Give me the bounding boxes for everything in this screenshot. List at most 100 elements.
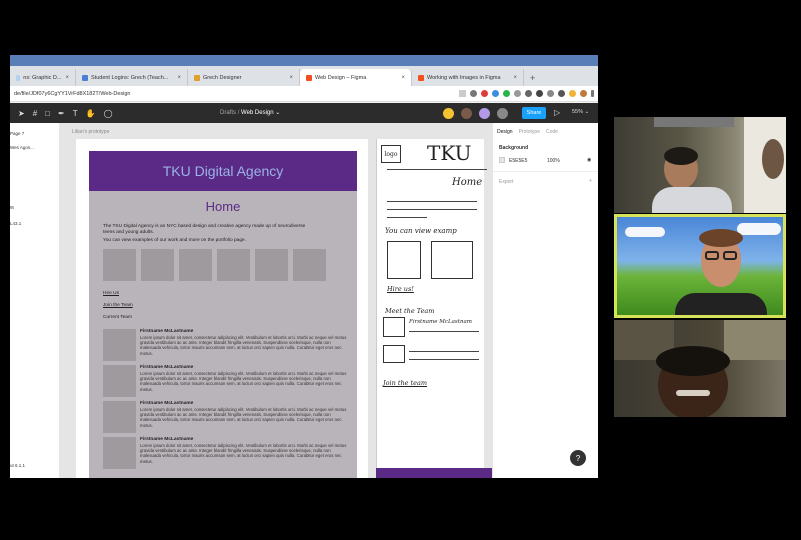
browser-tab[interactable]: Working with Images in Figma ×: [412, 69, 524, 86]
zoom-level[interactable]: 55% ⌄: [572, 109, 589, 115]
breadcrumb-file[interactable]: Web Design ⌄: [241, 110, 280, 116]
member-photo: [103, 329, 136, 361]
tab-code[interactable]: Code: [546, 129, 558, 135]
frame-tool-icon[interactable]: #: [33, 109, 37, 118]
portfolio-thumbnail: [103, 249, 136, 281]
browser-tab[interactable]: Student Logins: Grech (Teach... ×: [76, 69, 188, 86]
member-photo: [103, 365, 136, 397]
color-swatch[interactable]: [499, 157, 505, 163]
tab-design[interactable]: Design: [497, 129, 513, 135]
avatar[interactable]: [497, 108, 508, 119]
url-text[interactable]: de/file/JDf07y6CgYY1VrFd8X182T/Web-Desig…: [14, 91, 459, 97]
profile-avatar[interactable]: [580, 90, 587, 97]
avatar[interactable]: [443, 108, 454, 119]
tab-label: Student Logins: Grech (Teach...: [91, 74, 169, 81]
extension-icon[interactable]: [492, 90, 499, 97]
tab-label: ns: Graphic D...: [23, 74, 62, 81]
add-icon[interactable]: +: [589, 178, 592, 184]
tab-prototype[interactable]: Prototype: [519, 129, 540, 135]
close-icon[interactable]: ×: [285, 75, 293, 81]
sketch-title: TKU: [427, 141, 472, 165]
favicon-icon: [16, 74, 21, 81]
move-tool-icon[interactable]: ➤: [18, 109, 25, 118]
breadcrumb: Drafts / Web Design ⌄: [220, 109, 280, 116]
browser-tab-active[interactable]: Web Design – Figma ×: [300, 69, 412, 86]
eye-icon[interactable]: ◉: [587, 157, 591, 163]
video-tile[interactable]: [614, 320, 786, 417]
sketch-hire: Hire us!: [387, 285, 414, 293]
extension-icon[interactable]: [558, 90, 565, 97]
member-name: Firstname McLastname: [140, 401, 194, 406]
background-opacity[interactable]: 100%: [547, 158, 560, 164]
hire-us-link[interactable]: Hire Us: [103, 291, 119, 296]
sketch-line: [409, 351, 479, 352]
breadcrumb-separator: /: [237, 110, 240, 116]
export-label: Export: [499, 179, 514, 185]
figma-canvas[interactable]: Lilian's prototype TKU Digital Agency Ho…: [60, 123, 492, 478]
layer-item[interactable]: Page 7: [10, 131, 24, 136]
glasses: [705, 251, 719, 260]
browser-tab[interactable]: ns: Graphic D... ×: [10, 69, 76, 86]
extension-icon[interactable]: [525, 90, 532, 97]
extension-icon[interactable]: [547, 90, 554, 97]
join-team-link[interactable]: Join the Team: [103, 303, 133, 308]
comment-tool-icon[interactable]: ◯: [104, 109, 113, 118]
menu-icon[interactable]: [591, 90, 594, 97]
browser-tab[interactable]: Grech Designer ×: [188, 69, 300, 86]
participant-eyes: [676, 390, 710, 396]
cloud: [737, 223, 781, 235]
sketch-join: Join the team: [383, 379, 428, 387]
participant-body: [675, 293, 767, 315]
sketch-name: Firstname McLastnam: [409, 319, 472, 325]
prototype-frame[interactable]: TKU Digital Agency Home The TKU Digital …: [76, 139, 368, 478]
close-icon[interactable]: ×: [397, 75, 405, 81]
close-icon[interactable]: ×: [61, 75, 69, 81]
text-tool-icon[interactable]: T: [73, 109, 78, 118]
pen-tool-icon[interactable]: ✒: [58, 109, 65, 118]
sketch-line: [387, 209, 477, 210]
layer-item[interactable]: ut 6.1.1: [10, 463, 25, 468]
browser-tabstrip: ns: Graphic D... × Student Logins: Grech …: [10, 66, 598, 86]
sketch-line: [387, 169, 487, 170]
member-name: Firstname McLastname: [140, 329, 194, 334]
extension-icon[interactable]: [503, 90, 510, 97]
extension-icon[interactable]: [569, 90, 576, 97]
present-icon[interactable]: ▷: [554, 108, 560, 117]
star-icon[interactable]: [459, 90, 466, 97]
sketch-line: [387, 217, 427, 218]
avatar[interactable]: [461, 108, 472, 119]
video-tile[interactable]: [614, 117, 786, 213]
shape-tool-icon[interactable]: □: [45, 109, 50, 118]
sketch-line: [409, 359, 479, 360]
share-button[interactable]: Share: [522, 107, 546, 119]
screen-share: ns: Graphic D... × Student Logins: Grech …: [10, 55, 598, 478]
hand-tool-icon[interactable]: ✋: [86, 109, 96, 118]
wireframe-sketch[interactable]: logo TKU Home You can view examp Hire us…: [376, 139, 487, 478]
sketch-box: [431, 241, 473, 279]
address-bar[interactable]: de/file/JDf07y6CgYY1VrFd8X182T/Web-Desig…: [10, 86, 598, 102]
new-tab-button[interactable]: +: [524, 69, 541, 86]
close-icon[interactable]: ×: [173, 75, 181, 81]
breadcrumb-drafts[interactable]: Drafts: [220, 110, 236, 116]
help-button[interactable]: ?: [570, 450, 586, 466]
member-bio: Lorem ipsum dolor sit amet, consectetur …: [140, 371, 347, 392]
window-blinds: [654, 117, 734, 127]
layer-item[interactable]: 9t: [10, 205, 14, 210]
extension-icon[interactable]: [470, 90, 477, 97]
avatar[interactable]: [479, 108, 490, 119]
member-bio: Lorem ipsum dolor sit amet, consectetur …: [140, 443, 347, 464]
layer-item[interactable]: L43.1: [10, 221, 21, 226]
extension-icon[interactable]: [514, 90, 521, 97]
intro-text: You can view examples of our work and mo…: [103, 238, 247, 243]
extension-icon[interactable]: [481, 90, 488, 97]
extension-icon[interactable]: [536, 90, 543, 97]
site-header: TKU Digital Agency: [89, 151, 357, 191]
video-tile-active[interactable]: [614, 214, 786, 318]
close-icon[interactable]: ×: [509, 75, 517, 81]
shelf: [724, 320, 786, 360]
background-hex[interactable]: E5E5E5: [509, 158, 527, 164]
intro-text: teens and young adults.: [103, 230, 154, 235]
layer-item[interactable]: Wes Agos...: [10, 145, 34, 150]
frame-label[interactable]: Lilian's prototype: [72, 129, 109, 135]
portfolio-thumbnail: [255, 249, 288, 281]
